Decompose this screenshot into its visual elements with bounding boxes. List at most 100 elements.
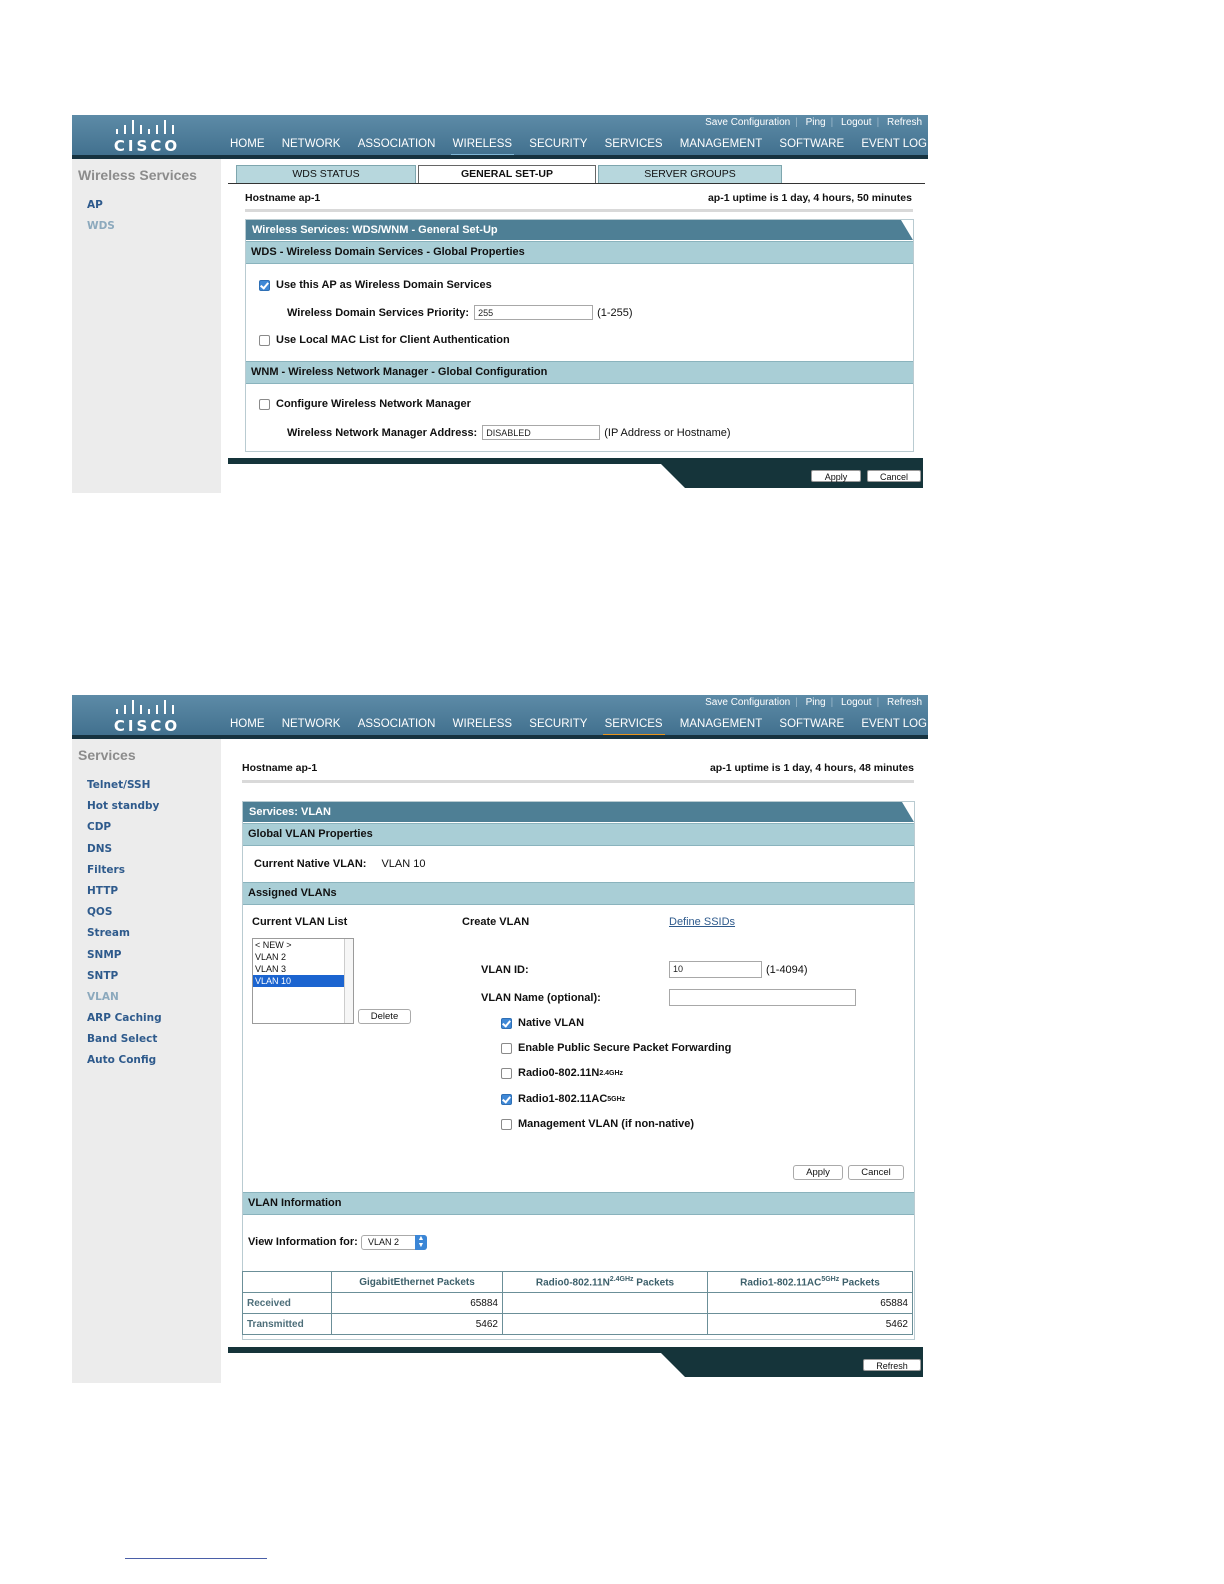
nav-association[interactable]: ASSOCIATION — [358, 718, 436, 730]
nav-services[interactable]: SERVICES — [605, 138, 663, 150]
tabs-divider — [228, 183, 925, 184]
sidebar-item-band-select[interactable]: Band Select — [87, 1033, 162, 1054]
wds-general-setup-screen: CISCO Save Configuration | Ping | Logout | … — [72, 115, 928, 493]
header-bar: CISCO Save Configuration | Ping | Logout | … — [72, 695, 928, 739]
native-vlan-checkbox[interactable] — [501, 1017, 512, 1029]
sidebar-item-stream[interactable]: Stream — [87, 927, 162, 948]
sidebar-item-telnet-ssh[interactable]: Telnet/SSH — [87, 779, 162, 800]
sidebar-item-cdp[interactable]: CDP — [87, 821, 162, 842]
table-header-row: GigabitEthernet Packets Radio0-802.11N2.… — [242, 1271, 913, 1293]
sidebar-item-arp-caching[interactable]: ARP Caching — [87, 1012, 162, 1033]
sidebar-item-http[interactable]: HTTP — [87, 885, 162, 906]
cancel-button[interactable]: Cancel — [848, 1165, 904, 1180]
save-configuration-link[interactable]: Save Configuration — [705, 117, 790, 128]
nav-association[interactable]: ASSOCIATION — [358, 138, 436, 150]
services-vlan-screen: CISCO Save Configuration | Ping | Logout | … — [72, 695, 928, 1383]
configure-wnm-checkbox[interactable] — [259, 398, 270, 410]
sidebar-item-qos[interactable]: QOS — [87, 906, 162, 927]
vlan-id-row: VLAN ID: — [481, 964, 529, 976]
define-ssids-link[interactable]: Define SSIDs — [669, 916, 735, 928]
ping-link[interactable]: Ping — [806, 697, 826, 708]
nav-software[interactable]: SOFTWARE — [779, 718, 844, 730]
radio1-row: Radio1-802.11AC 5GHz — [501, 1093, 625, 1105]
sidebar-title: Services — [78, 747, 136, 763]
list-item[interactable]: VLAN 10 — [253, 975, 344, 987]
wnm-address-input[interactable]: DISABLED — [482, 425, 601, 440]
vlan-list-scrollbar[interactable] — [344, 939, 353, 1023]
nav-software[interactable]: SOFTWARE — [779, 138, 844, 150]
refresh-button[interactable]: Refresh — [863, 1359, 921, 1371]
sidebar: Wireless Services AP WDS — [72, 159, 221, 493]
list-item[interactable]: VLAN 3 — [253, 963, 353, 975]
nav-wireless[interactable]: WIRELESS — [450, 138, 515, 157]
save-configuration-link[interactable]: Save Configuration — [705, 697, 790, 708]
tab-general-setup[interactable]: GENERAL SET-UP — [418, 165, 596, 184]
vlan-name-input[interactable] — [669, 989, 856, 1006]
sidebar-title: Wireless Services — [78, 167, 197, 183]
global-vlan-section-header: Global VLAN Properties — [243, 823, 914, 846]
nav-network[interactable]: NETWORK — [282, 138, 341, 150]
sidebar-item-dns[interactable]: DNS — [87, 843, 162, 864]
cancel-button[interactable]: Cancel — [867, 470, 921, 482]
cisco-logo-text: CISCO — [113, 137, 181, 155]
ping-link[interactable]: Ping — [806, 117, 826, 128]
col-radio0-header: Radio0-802.11N2.4GHz Packets — [502, 1271, 708, 1293]
priority-row: Wireless Domain Services Priority: 255 (… — [287, 305, 633, 320]
nav-management[interactable]: MANAGEMENT — [680, 138, 762, 150]
sidebar-item-vlan[interactable]: VLAN — [87, 991, 162, 1012]
apply-button[interactable]: Apply — [811, 470, 861, 482]
nav-security[interactable]: SECURITY — [529, 718, 587, 730]
nav-network[interactable]: NETWORK — [282, 718, 341, 730]
nav-home[interactable]: HOME — [230, 138, 265, 150]
list-item[interactable]: < NEW > — [253, 939, 353, 951]
logout-link[interactable]: Logout — [841, 697, 872, 708]
sidebar-item-snmp[interactable]: SNMP — [87, 949, 162, 970]
col-gig-header: GigabitEthernet Packets — [331, 1271, 503, 1293]
priority-input[interactable]: 255 — [474, 305, 594, 320]
vlan-panel: Services: VLAN Global VLAN Properties Cu… — [242, 801, 915, 1340]
tab-wds-status[interactable]: WDS STATUS — [236, 165, 416, 184]
cisco-logo-text: CISCO — [113, 717, 181, 735]
use-wds-row: Use this AP as Wireless Domain Services — [259, 279, 492, 291]
view-info-select[interactable]: VLAN 2 ▲ ▼ — [361, 1235, 427, 1250]
public-secure-checkbox[interactable] — [501, 1042, 512, 1054]
current-vlan-list-label: Current VLAN List — [252, 916, 348, 928]
vlan-name-row: VLAN Name (optional): — [481, 992, 601, 1004]
nav-security[interactable]: SECURITY — [529, 138, 587, 150]
refresh-link[interactable]: Refresh — [887, 117, 922, 128]
list-item[interactable]: VLAN 2 — [253, 951, 353, 963]
nav-event-log[interactable]: EVENT LOG — [861, 138, 927, 150]
use-wds-label: Use this AP as Wireless Domain Services — [276, 279, 492, 291]
delete-button[interactable]: Delete — [358, 1009, 411, 1024]
apply-button[interactable]: Apply — [793, 1165, 843, 1180]
sidebar-item-wds[interactable]: WDS — [87, 220, 115, 241]
sidebar-item-sntp[interactable]: SNTP — [87, 970, 162, 991]
panel-title: Services: VLAN — [243, 802, 914, 822]
sidebar-item-filters[interactable]: Filters — [87, 864, 162, 885]
sidebar-item-auto-config[interactable]: Auto Config — [87, 1054, 162, 1075]
nav-wireless[interactable]: WIRELESS — [453, 718, 512, 730]
tab-server-groups[interactable]: SERVER GROUPS — [598, 165, 782, 184]
radio1-checkbox[interactable] — [501, 1093, 512, 1105]
nav-event-log[interactable]: EVENT LOG — [861, 718, 927, 730]
nav-home[interactable]: HOME — [230, 718, 265, 730]
wnm-section-header: WNM - Wireless Network Manager - Global … — [246, 361, 913, 384]
refresh-link[interactable]: Refresh — [887, 697, 922, 708]
footer-bar: Apply Cancel — [228, 458, 923, 488]
nav-management[interactable]: MANAGEMENT — [680, 718, 762, 730]
vlan-id-input[interactable]: 10 — [669, 961, 762, 978]
cisco-logo-icon — [116, 700, 178, 714]
cisco-logo: CISCO — [102, 700, 192, 735]
vlan-list[interactable]: < NEW > VLAN 2 VLAN 3 VLAN 10 — [252, 938, 354, 1024]
vlan-info-table: GigabitEthernet Packets Radio0-802.11N2.… — [242, 1271, 913, 1335]
sidebar-item-hot-standby[interactable]: Hot standby — [87, 800, 162, 821]
define-ssids-row: Define SSIDs — [669, 916, 735, 928]
logout-link[interactable]: Logout — [841, 117, 872, 128]
hostname-label: Hostname ap-1 — [245, 192, 321, 204]
local-mac-checkbox[interactable] — [259, 334, 270, 346]
sidebar-item-ap[interactable]: AP — [87, 199, 115, 220]
radio0-checkbox[interactable] — [501, 1067, 512, 1079]
mgmt-vlan-checkbox[interactable] — [501, 1118, 512, 1130]
nav-services[interactable]: SERVICES — [602, 718, 665, 737]
use-wds-checkbox[interactable] — [259, 279, 270, 291]
